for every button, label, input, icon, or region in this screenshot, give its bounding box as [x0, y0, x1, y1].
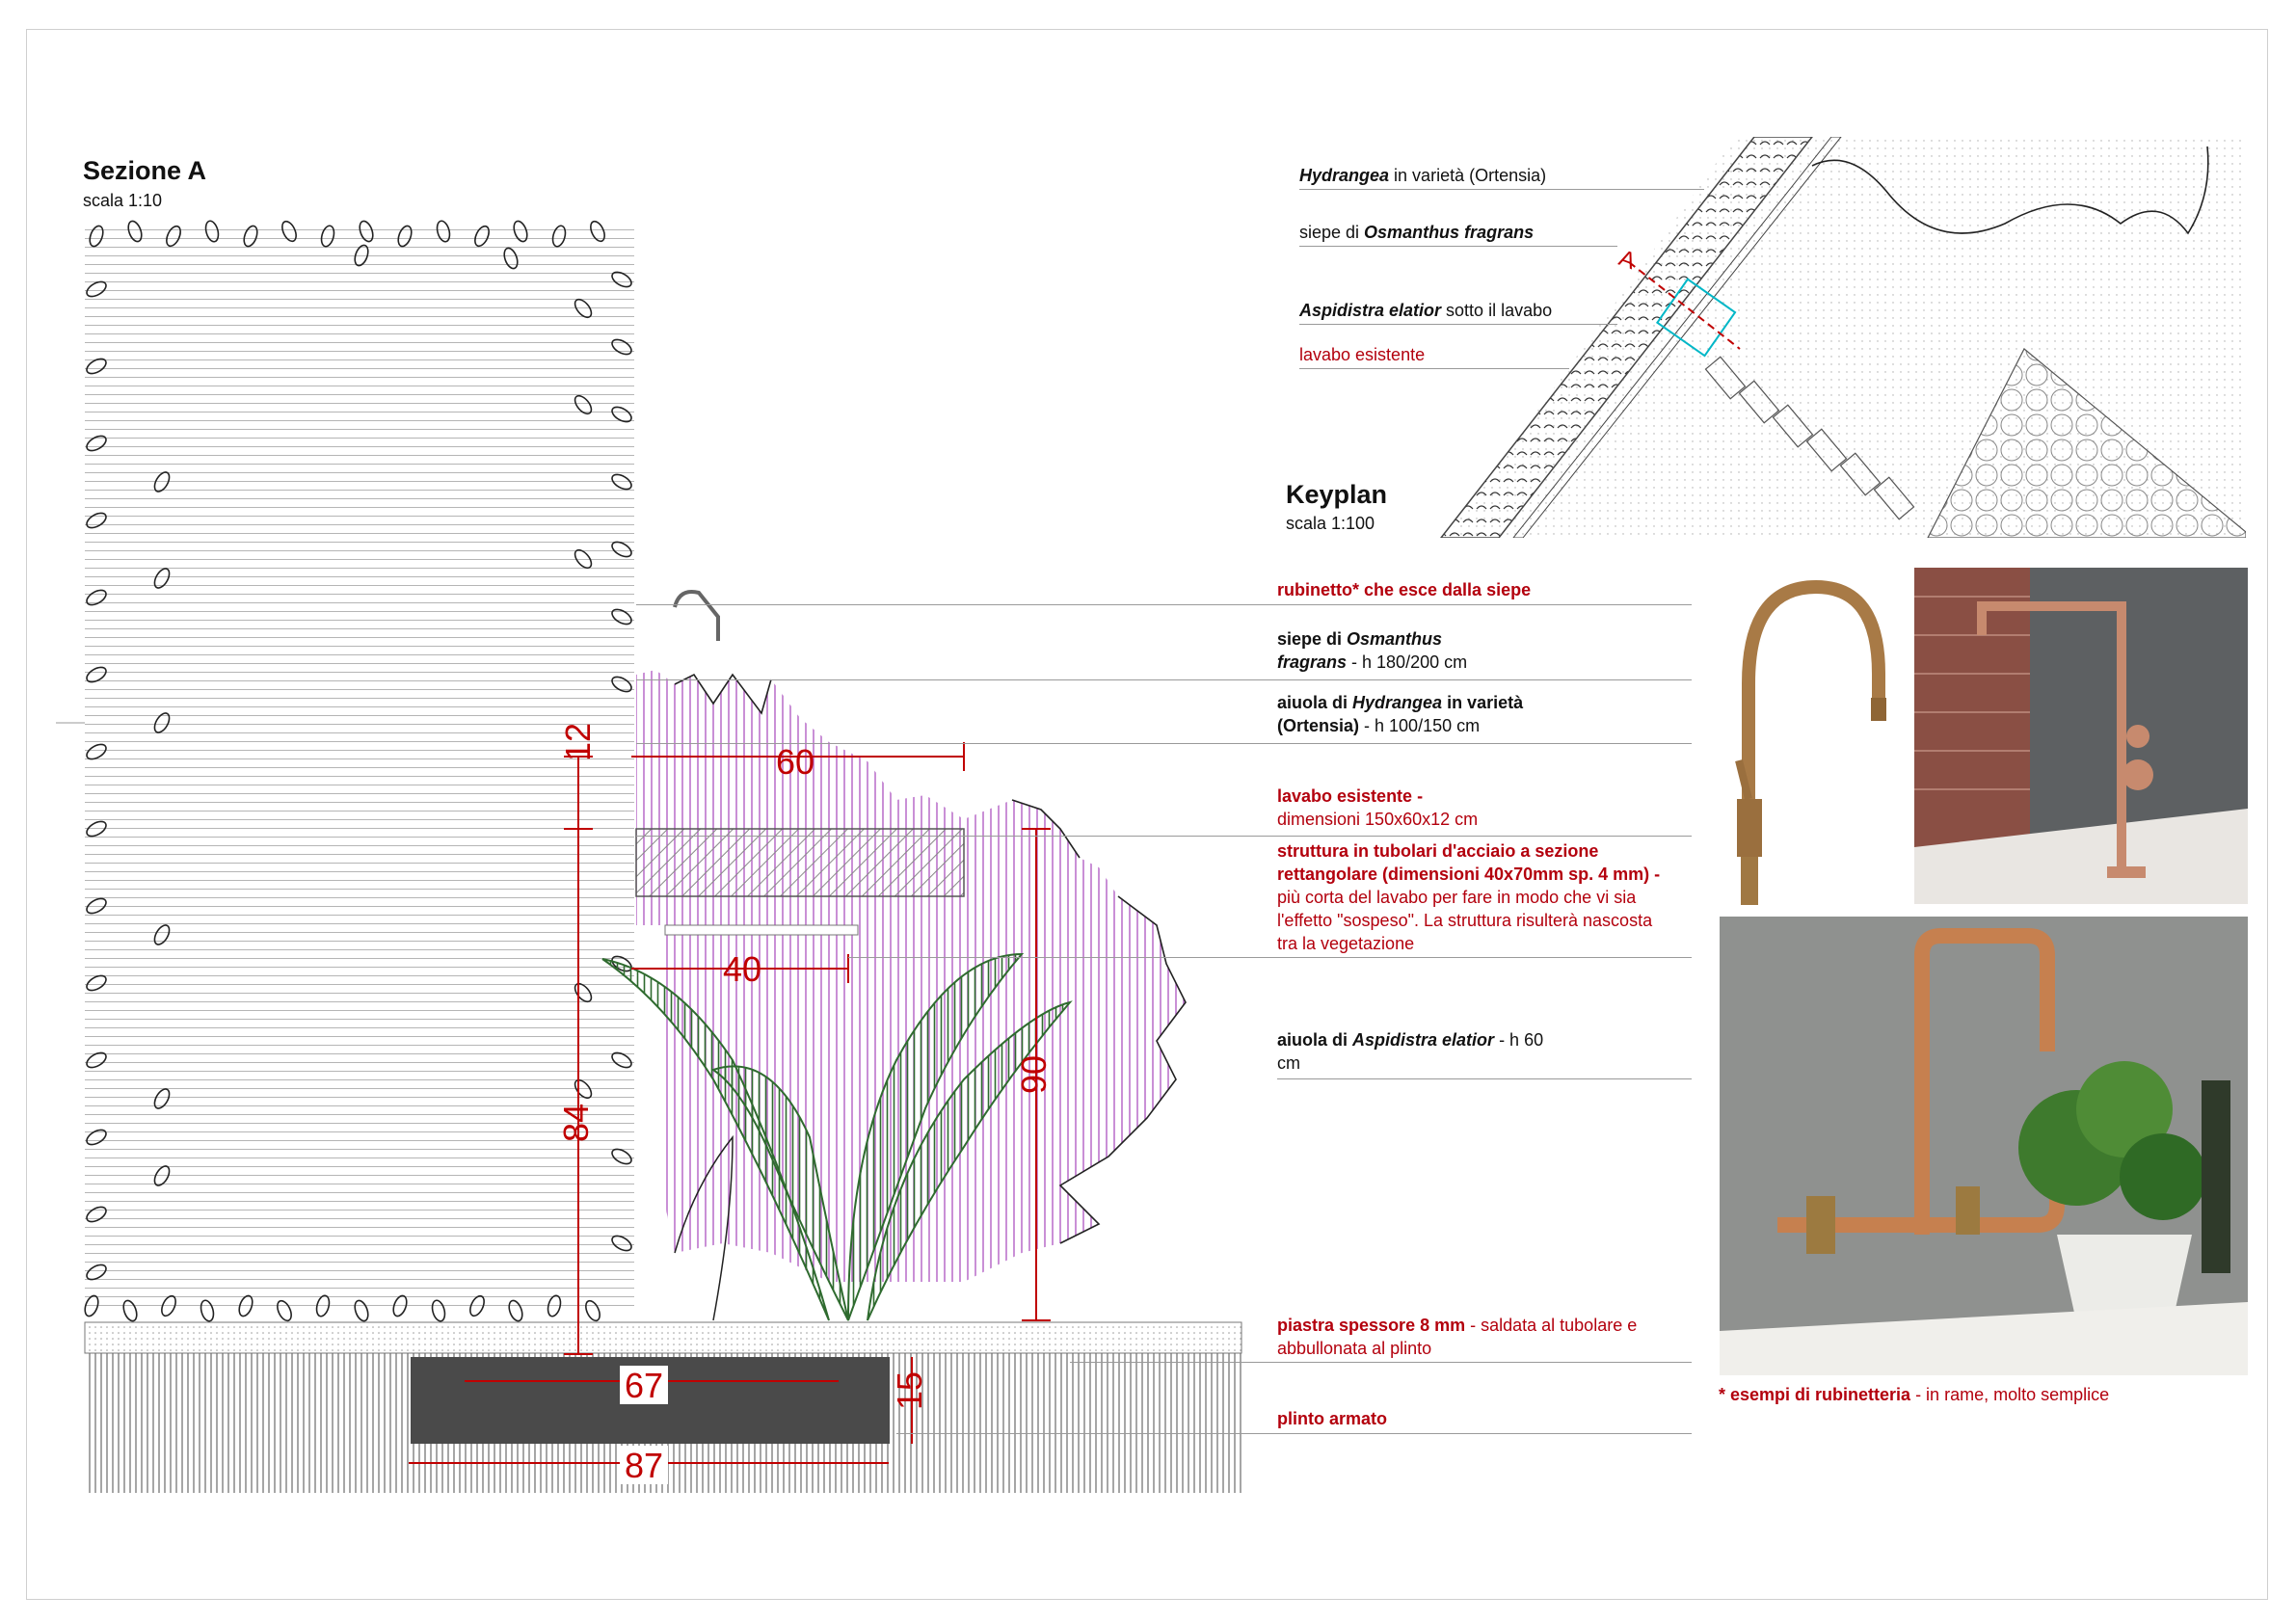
section-drawing: 12 60 40 84 90 67 15 87 — [56, 220, 1242, 1493]
dim-87: 87 — [625, 1446, 663, 1485]
dim-40: 40 — [723, 949, 761, 989]
note-lavabo: lavabo esistente - dimensioni 150x60x12 … — [1277, 786, 1479, 829]
keyplan-drawing: A — [1440, 137, 2246, 538]
note-esempi: * esempi di rubinetteria - in rame, molt… — [1719, 1385, 2110, 1404]
dim-60: 60 — [776, 742, 814, 782]
note-rubinetto: rubinetto* che esce dalla siepe — [1277, 580, 1532, 599]
keyplan-label-osmanthus: siepe di Osmanthus fragrans — [1299, 223, 1535, 242]
basin-section — [635, 828, 965, 897]
note-plinto: plinto armato — [1277, 1409, 1388, 1428]
note-aiuola-aspidistra: aiuola di Aspidistra elatior - h 60 cm — [1277, 1030, 1544, 1073]
keyplan-title: Keyplan — [1286, 480, 1388, 509]
keyplan-label-aspidistra: Aspidistra elatior sotto il lavabo — [1299, 301, 1553, 320]
keyplan-scale: scala 1:100 — [1286, 514, 1375, 533]
section-marker-a: A — [1615, 245, 1639, 275]
osmanthus-hedge — [56, 220, 634, 1322]
steel-frame — [664, 924, 859, 936]
note-siepe: siepe di Osmanthus fragrans - h 180/200 … — [1277, 629, 1468, 672]
dim-15: 15 — [890, 1371, 929, 1410]
ground-layer — [84, 1321, 1242, 1354]
tap-outline — [673, 590, 720, 641]
faucet-photo-copper-mixer — [1914, 568, 2248, 904]
dim-67: 67 — [625, 1366, 663, 1405]
note-aiuola-hydrangea: aiuola di Hydrangea in varietà (Ortensia… — [1277, 693, 1524, 735]
faucet-photo-copper-wall — [1720, 917, 2248, 1375]
keyplan-label-lavabo: lavabo esistente — [1299, 345, 1426, 364]
faucet-photo-brass — [1720, 568, 1899, 905]
note-piastra: piastra spessore 8 mm - saldata al tubol… — [1277, 1316, 1638, 1358]
note-struttura: struttura in tubolari d'acciaio a sezion… — [1277, 841, 1661, 953]
dim-12: 12 — [558, 723, 598, 761]
dim-84: 84 — [556, 1104, 596, 1142]
keyplan-label-hydrangea: Hydrangea in varietà (Ortensia) — [1299, 166, 1547, 185]
dim-90: 90 — [1014, 1055, 1054, 1094]
